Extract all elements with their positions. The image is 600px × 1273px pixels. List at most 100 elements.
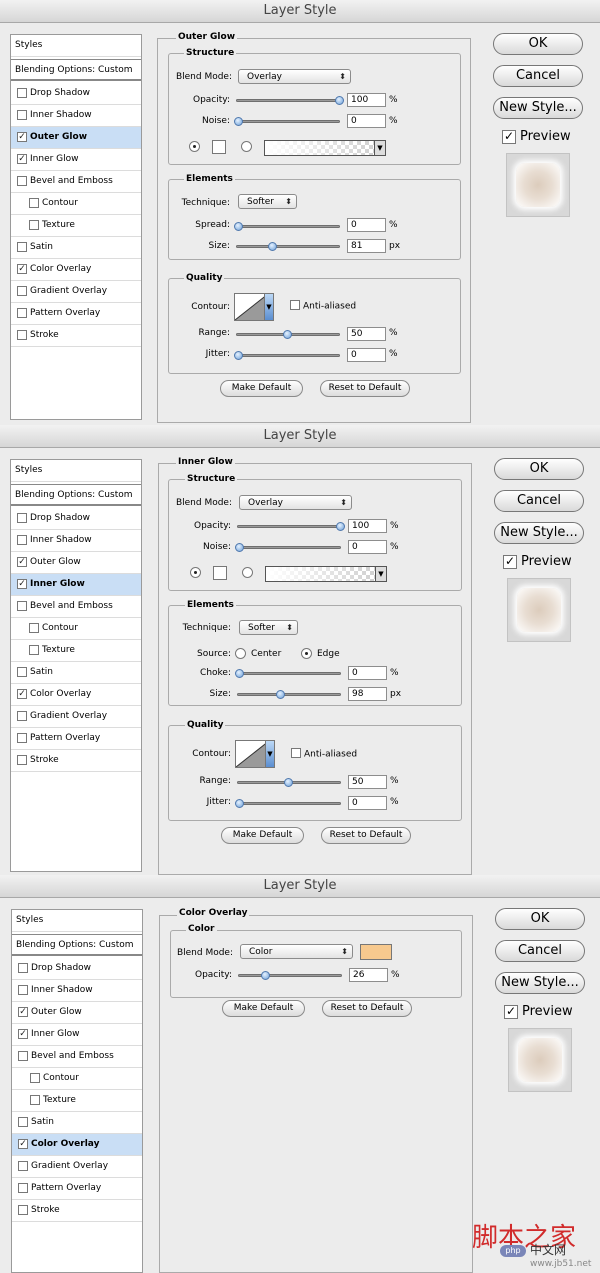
opacity-input[interactable]: 26 [349, 968, 388, 982]
style-item-texture[interactable]: Texture [12, 1090, 142, 1112]
checkbox[interactable] [29, 219, 39, 230]
glow-color-swatch[interactable] [213, 566, 227, 580]
cancel-button[interactable]: Cancel [495, 940, 585, 962]
blend-mode-select[interactable]: Overlay ⬍ [238, 69, 351, 84]
preview-option[interactable]: ✓ Preview [504, 1004, 573, 1019]
noise-slider-thumb[interactable] [234, 117, 243, 126]
checkbox[interactable]: ✓ [17, 578, 27, 589]
checkbox[interactable] [30, 1072, 40, 1083]
style-item-texture[interactable]: Texture [11, 640, 141, 662]
jitter-input[interactable]: 0 [347, 348, 386, 362]
checkbox[interactable]: ✓ [18, 1028, 28, 1039]
make-default-button[interactable]: Make Default [222, 1000, 305, 1017]
make-default-button[interactable]: Make Default [220, 380, 303, 397]
style-item-color-overlay[interactable]: ✓ Color Overlay [11, 259, 141, 281]
style-item-texture[interactable]: Texture [11, 215, 141, 237]
checkbox[interactable]: ✓ [17, 263, 27, 274]
checkbox[interactable]: ✓ [17, 556, 27, 567]
range-input[interactable]: 50 [347, 327, 386, 341]
checkbox[interactable] [17, 754, 27, 765]
preview-option[interactable]: ✓ Preview [503, 554, 572, 569]
checkbox[interactable] [17, 732, 27, 743]
style-item-inner-glow[interactable]: ✓ Inner Glow [12, 1024, 142, 1046]
preview-checkbox[interactable]: ✓ [502, 129, 516, 144]
checkbox[interactable]: ✓ [18, 1138, 28, 1149]
checkbox[interactable] [17, 87, 27, 98]
blending-options-item[interactable]: Blending Options: Custom [11, 484, 141, 506]
checkbox[interactable] [17, 534, 27, 545]
size-input[interactable]: 81 [347, 239, 386, 253]
style-item-drop-shadow[interactable]: Drop Shadow [11, 508, 141, 530]
checkbox[interactable] [29, 197, 39, 208]
style-item-drop-shadow[interactable]: Drop Shadow [11, 83, 141, 105]
blending-options-item[interactable]: Blending Options: Custom [11, 59, 141, 81]
checkbox[interactable] [17, 666, 27, 677]
glow-gradient-picker[interactable]: ▼ [265, 566, 387, 582]
checkbox[interactable] [17, 512, 27, 523]
style-item-color-overlay[interactable]: ✓ Color Overlay [12, 1134, 142, 1156]
size-slider-thumb[interactable] [276, 690, 285, 699]
range-input[interactable]: 50 [348, 775, 387, 789]
style-item-inner-shadow[interactable]: Inner Shadow [11, 105, 141, 127]
spread-slider[interactable] [236, 225, 340, 228]
contour-dropdown-icon[interactable]: ▼ [265, 740, 275, 768]
new-style-button[interactable]: New Style... [494, 522, 584, 544]
spread-slider-thumb[interactable] [234, 222, 243, 231]
checkbox[interactable] [17, 710, 27, 721]
style-item-inner-glow[interactable]: ✓ Inner Glow [11, 149, 141, 171]
dropdown-arrow-icon[interactable]: ▼ [374, 141, 385, 155]
ok-button[interactable]: OK [495, 908, 585, 930]
technique-select[interactable]: Softer ⬍ [238, 194, 297, 209]
anti-aliased-option[interactable]: Anti-aliased [291, 748, 357, 760]
style-item-bevel-emboss[interactable]: Bevel and Emboss [12, 1046, 142, 1068]
checkbox[interactable] [30, 1094, 40, 1105]
checkbox[interactable] [17, 241, 27, 252]
style-item-bevel-emboss[interactable]: Bevel and Emboss [11, 171, 141, 193]
gradient-radio[interactable] [242, 567, 253, 578]
opacity-slider[interactable] [236, 99, 340, 102]
jitter-input[interactable]: 0 [348, 796, 387, 810]
opacity-input[interactable]: 100 [347, 93, 386, 107]
range-slider-thumb[interactable] [283, 330, 292, 339]
style-item-satin[interactable]: Satin [11, 662, 141, 684]
style-item-inner-shadow[interactable]: Inner Shadow [11, 530, 141, 552]
checkbox[interactable] [17, 329, 27, 340]
jitter-slider[interactable] [237, 802, 341, 805]
style-item-satin[interactable]: Satin [11, 237, 141, 259]
preview-checkbox[interactable]: ✓ [504, 1004, 518, 1019]
style-item-color-overlay[interactable]: ✓ Color Overlay [11, 684, 141, 706]
style-item-pattern-overlay[interactable]: Pattern Overlay [11, 303, 141, 325]
source-center-radio[interactable] [235, 648, 246, 659]
noise-slider[interactable] [236, 120, 340, 123]
jitter-slider-thumb[interactable] [235, 799, 244, 808]
style-item-outer-glow[interactable]: ✓ Outer Glow [11, 552, 141, 574]
style-item-gradient-overlay[interactable]: Gradient Overlay [11, 706, 141, 728]
style-item-inner-shadow[interactable]: Inner Shadow [12, 980, 142, 1002]
style-item-stroke[interactable]: Stroke [11, 750, 141, 772]
noise-input[interactable]: 0 [347, 114, 386, 128]
cancel-button[interactable]: Cancel [494, 490, 584, 512]
opacity-slider[interactable] [238, 974, 342, 977]
style-item-outer-glow[interactable]: ✓ Outer Glow [11, 127, 141, 149]
edge-label[interactable]: Edge [317, 649, 340, 659]
blend-mode-select[interactable]: Color ⬍ [240, 944, 353, 959]
checkbox[interactable]: ✓ [17, 688, 27, 699]
technique-select[interactable]: Softer ⬍ [239, 620, 298, 635]
checkbox[interactable] [18, 1204, 28, 1215]
spread-input[interactable]: 0 [347, 218, 386, 232]
noise-input[interactable]: 0 [348, 540, 387, 554]
checkbox[interactable]: ✓ [18, 1006, 28, 1017]
checkbox[interactable] [18, 1182, 28, 1193]
style-item-inner-glow[interactable]: ✓ Inner Glow [11, 574, 141, 596]
new-style-button[interactable]: New Style... [495, 972, 585, 994]
cancel-button[interactable]: Cancel [493, 65, 583, 87]
center-label[interactable]: Center [251, 649, 281, 659]
opacity-slider-thumb[interactable] [335, 96, 344, 105]
style-item-contour[interactable]: Contour [12, 1068, 142, 1090]
overlay-color-swatch[interactable] [360, 944, 392, 960]
reset-to-default-button[interactable]: Reset to Default [322, 1000, 412, 1017]
checkbox[interactable] [17, 600, 27, 611]
gradient-radio[interactable] [241, 141, 252, 152]
ok-button[interactable]: OK [493, 33, 583, 55]
checkbox[interactable] [18, 1050, 28, 1061]
